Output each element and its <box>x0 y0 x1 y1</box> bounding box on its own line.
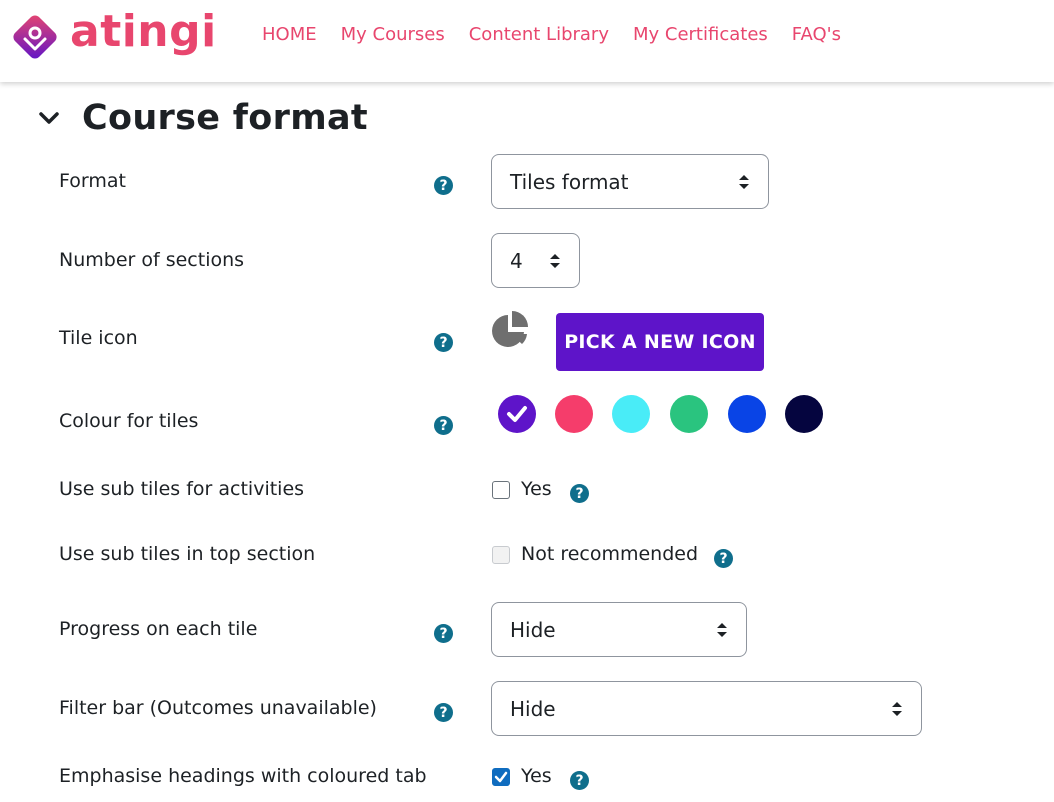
sub-tiles-top-checkbox[interactable] <box>492 546 510 564</box>
select-arrows-icon <box>739 174 749 189</box>
help-icon[interactable]: ? <box>434 624 453 643</box>
top-navbar: atingi HOME My Courses Content Library M… <box>0 0 1054 82</box>
num-sections-value: 4 <box>510 248 523 273</box>
sub-tiles-activities-label: Use sub tiles for activities <box>59 478 305 500</box>
sub-tiles-top-option: Not recommended <box>521 543 699 565</box>
help-icon[interactable]: ? <box>434 416 453 435</box>
help-icon[interactable]: ? <box>434 176 453 195</box>
filter-bar-select-value: Hide <box>510 696 556 721</box>
sub-tiles-activities-checkbox[interactable] <box>492 481 510 499</box>
colour-swatch-cyan[interactable] <box>612 395 650 433</box>
colour-swatch-green[interactable] <box>670 395 708 433</box>
section-title: Course format <box>82 98 368 138</box>
nav-home[interactable]: HOME <box>262 24 317 45</box>
colour-swatch-purple[interactable] <box>498 395 536 433</box>
atingi-logo[interactable]: atingi <box>10 6 216 62</box>
filter-bar-select[interactable]: Hide <box>491 681 922 736</box>
tile-colour-label: Colour for tiles <box>59 410 199 432</box>
select-arrows-icon <box>717 622 727 637</box>
colour-swatch-blue[interactable] <box>728 395 766 433</box>
sub-tiles-top-label: Use sub tiles in top section <box>59 543 316 565</box>
sub-tiles-activities-option: Yes <box>521 478 552 500</box>
colour-swatch-navy[interactable] <box>785 395 823 433</box>
tile-icon-label: Tile icon <box>59 327 138 349</box>
select-arrows-icon <box>550 253 560 268</box>
nav-content-library[interactable]: Content Library <box>469 24 609 45</box>
format-select[interactable]: Tiles format <box>491 154 769 209</box>
pick-new-icon-button[interactable]: PICK A NEW ICON <box>556 313 764 371</box>
section-header: Course format <box>36 96 368 140</box>
chevron-down-icon[interactable] <box>36 105 62 131</box>
help-icon[interactable]: ? <box>434 703 453 722</box>
nav-my-certificates[interactable]: My Certificates <box>633 24 768 45</box>
help-icon[interactable]: ? <box>570 771 589 790</box>
help-icon[interactable]: ? <box>570 484 589 503</box>
checkmark-icon <box>494 771 508 783</box>
nav-faqs[interactable]: FAQ's <box>792 24 841 45</box>
progress-label: Progress on each tile <box>59 618 258 640</box>
progress-select-value: Hide <box>510 617 556 642</box>
colour-swatch-pink[interactable] <box>555 395 593 433</box>
nav-my-courses[interactable]: My Courses <box>341 24 445 45</box>
format-label: Format <box>59 170 126 192</box>
progress-select[interactable]: Hide <box>491 602 747 657</box>
num-sections-label: Number of sections <box>59 249 245 271</box>
emphasise-checkbox[interactable] <box>492 768 510 786</box>
num-sections-select[interactable]: 4 <box>491 233 580 288</box>
select-arrows-icon <box>892 701 902 716</box>
main-nav: HOME My Courses Content Library My Certi… <box>262 24 865 45</box>
emphasise-option: Yes <box>521 765 552 787</box>
format-select-value: Tiles format <box>510 169 629 194</box>
help-icon[interactable]: ? <box>434 333 453 352</box>
help-icon[interactable]: ? <box>714 549 733 568</box>
emphasise-label: Emphasise headings with coloured tab <box>59 765 427 787</box>
logo-text: atingi <box>70 6 217 57</box>
filter-bar-label: Filter bar (Outcomes unavailable) <box>59 697 377 719</box>
pie-chart-icon <box>492 311 528 347</box>
checkmark-icon <box>507 406 527 422</box>
logo-diamond-icon <box>13 15 57 59</box>
